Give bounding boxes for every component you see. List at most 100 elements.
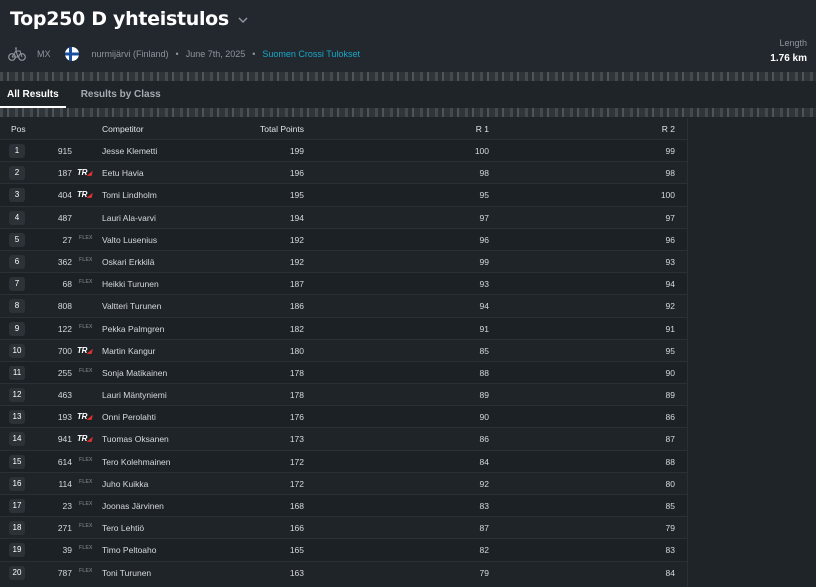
total-points: 163 [289,567,304,578]
table-row[interactable]: 14 941 TR◢ Tuomas Oksanen 173 86 87 [0,427,687,449]
position-badge: 1 [9,144,25,158]
competitor-name[interactable]: Lauri Mäntyniemi [102,390,167,400]
competitor-name[interactable]: Timo Peltoaho [102,545,157,555]
team-logo-mark: ◢ [87,348,92,355]
competitor-name[interactable]: Juho Kuikka [102,479,148,489]
tabs-texture-divider [0,108,816,117]
track-length: Length 1.76 km [770,38,807,64]
table-row[interactable]: 4 487 Lauri Ala-varvi 194 97 97 [0,205,687,228]
total-points: 192 [289,234,304,245]
competitor-name[interactable]: Heikki Turunen [102,279,159,289]
round-2-points: 94 [665,279,675,290]
table-row[interactable]: 2 187 TR◢ Eetu Havia 196 98 98 [0,161,687,183]
table-row[interactable]: 6 362 FLEX Oskari Erkkilä 192 99 93 [0,249,687,272]
race-number: 187 [57,168,72,179]
table-row[interactable]: 1 915 Jesse Klemetti 199 100 99 [0,139,687,162]
round-2-points: 95 [665,345,675,356]
table-row[interactable]: 9 122 FLEX Pekka Palmgren 182 91 91 [0,316,687,339]
table-row[interactable]: 13 193 TR◢ Onni Perolahti 176 90 86 [0,405,687,428]
table-row[interactable]: 8 808 Valtteri Turunen 186 94 92 [0,294,687,316]
column-header-competitor[interactable]: Competitor [102,124,144,134]
table-header: Pos Competitor Total Points R 1 R 2 [0,118,687,139]
competitor-name[interactable]: Sonja Matikainen [102,368,167,378]
table-row[interactable]: 15 614 FLEX Tero Kolehmainen 172 84 88 [0,449,687,472]
race-number: 487 [57,212,72,223]
competitor-name[interactable]: Eetu Havia [102,168,144,178]
table-row[interactable]: 3 404 TR◢ Tomi Lindholm 195 95 100 [0,183,687,206]
position-badge: 18 [9,521,25,536]
round-1-points: 95 [479,190,489,201]
competitor-name[interactable]: Tero Kolehmainen [102,457,171,467]
position-badge: 16 [9,476,25,491]
position-badge: 19 [9,543,25,558]
table-row[interactable]: 19 39 FLEX Timo Peltoaho 165 82 83 [0,538,687,561]
table-row[interactable]: 12 463 Lauri Mäntyniemi 178 89 89 [0,383,687,405]
total-points: 165 [289,545,304,556]
table-row[interactable]: 7 68 FLEX Heikki Turunen 187 93 94 [0,272,687,295]
table-row[interactable]: 10 700 TR◢ Martin Kangur 180 85 95 [0,338,687,361]
table-row[interactable]: 5 27 FLEX Valto Lusenius 192 96 96 [0,227,687,250]
competitor-name[interactable]: Lauri Ala-varvi [102,213,156,223]
table-row[interactable]: 16 114 FLEX Juho Kuikka 172 92 80 [0,471,687,494]
table-row[interactable]: 17 23 FLEX Joonas Järvinen 168 83 85 [0,494,687,517]
round-1-points: 97 [479,212,489,223]
table-row[interactable]: 11 255 FLEX Sonja Matikainen 178 88 90 [0,360,687,384]
competitor-name[interactable]: Onni Perolahti [102,412,156,422]
team-logo-text: TR [77,434,88,444]
table-row[interactable]: 18 271 FLEX Tero Lehtiö 166 87 79 [0,516,687,538]
round-1-points: 99 [479,256,489,267]
column-header-total-points[interactable]: Total Points [260,124,304,134]
position-badge: 15 [9,454,25,469]
round-1-points: 88 [479,367,489,378]
round-2-points: 99 [665,146,675,156]
competitor-name[interactable]: Tuomas Oksanen [102,434,169,444]
round-1-points: 83 [479,501,489,511]
team-logo-tr: TR◢ [77,168,92,177]
column-header-pos[interactable]: Pos [11,124,26,134]
bicycle-icon [8,47,26,61]
round-1-points: 94 [479,301,489,312]
position-badge: 14 [9,432,25,447]
competitor-name[interactable]: Joonas Järvinen [102,501,164,511]
competitor-name[interactable]: Valtteri Turunen [102,301,161,311]
position-badge: 17 [9,499,25,513]
competitor-name[interactable]: Pekka Palmgren [102,324,164,334]
race-number: 941 [57,434,72,445]
round-2-points: 90 [665,367,675,378]
event-meta: MX nurmijärvi (Finland) • June 7th, 2025… [8,45,360,63]
tab-all-results[interactable]: All Results [0,82,66,108]
total-points: 172 [289,456,304,467]
position-badge: 10 [9,343,25,358]
competitor-name[interactable]: Tero Lehtiö [102,523,144,533]
title-row[interactable]: Top250 D yhteistulos [10,8,249,30]
organizer-link[interactable]: Suomen Crossi Tulokset [262,49,360,59]
tab-results-by-class[interactable]: Results by Class [74,82,168,108]
column-header-r1[interactable]: R 1 [476,124,489,134]
competitor-name[interactable]: Oskari Erkkilä [102,257,154,267]
length-value: 1.76 km [770,53,807,64]
competitor-name[interactable]: Toni Turunen [102,568,151,578]
round-2-points: 84 [665,567,675,578]
round-1-points: 87 [479,523,489,534]
competitor-name[interactable]: Tomi Lindholm [102,190,157,200]
total-points: 182 [289,323,304,334]
total-points: 168 [289,501,304,511]
table-row[interactable]: 20 787 FLEX Toni Turunen 163 79 84 [0,560,687,583]
event-location: nurmijärvi (Finland) [91,49,169,59]
round-2-points: 87 [665,434,675,445]
chevron-down-icon[interactable] [237,14,249,26]
competitor-name[interactable]: Jesse Klemetti [102,146,157,156]
table-body: 1 915 Jesse Klemetti 199 100 99 2 187 TR◢ Eetu Ha… [0,139,687,583]
competitor-name[interactable]: Valto Lusenius [102,235,157,245]
competitor-name[interactable]: Martin Kangur [102,346,155,356]
event-date: June 7th, 2025 [185,49,246,59]
race-number: 122 [57,323,72,334]
total-points: 178 [289,390,304,401]
round-1-points: 96 [479,234,489,245]
column-header-r2[interactable]: R 2 [662,124,675,134]
total-points: 194 [289,212,304,223]
round-1-points: 82 [479,545,489,556]
round-1-points: 93 [479,279,489,290]
race-number: 23 [62,501,72,511]
team-logo-tr: TR◢ [77,190,92,199]
